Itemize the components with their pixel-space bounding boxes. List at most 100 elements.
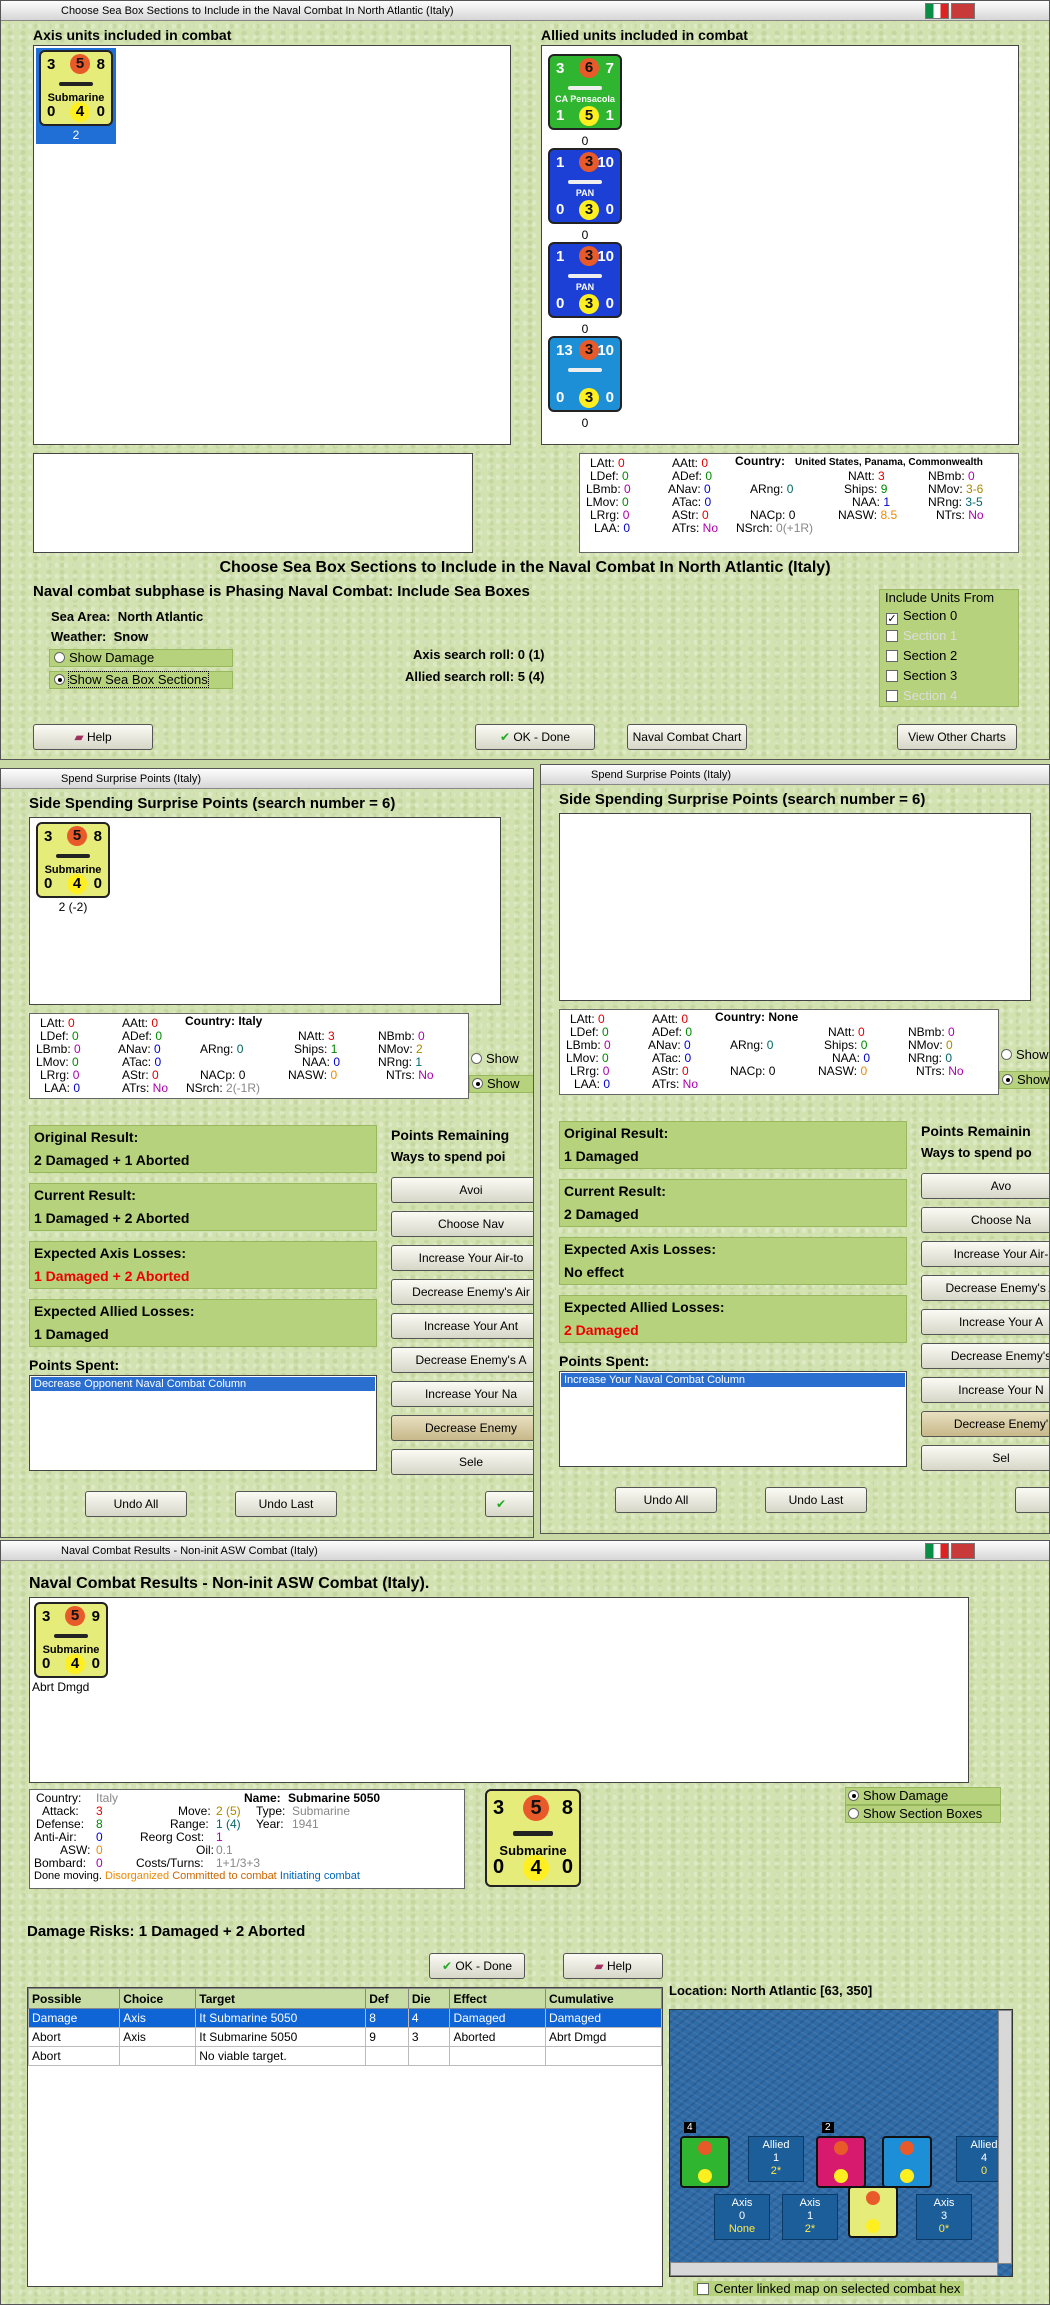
sea-box-text: 0 — [738, 2210, 746, 2222]
center-map-checkbox[interactable]: Center linked map on selected combat hex — [693, 2281, 965, 2296]
spend-option-button[interactable]: Avoi — [391, 1177, 533, 1203]
spend-option-button[interactable]: Sele — [391, 1449, 533, 1475]
close-icon[interactable] — [951, 3, 975, 19]
ok-done-button[interactable]: ✔ OK - Done — [475, 724, 595, 750]
points-spent-list[interactable]: Increase Your Naval Combat Column — [559, 1371, 907, 1467]
points-remaining-label: Points Remaining — [391, 1127, 510, 1143]
submarine-counter[interactable]: 3 5 8 Submarine 0 4 0 — [36, 822, 110, 898]
sea-box-heading: Choose Sea Box Sections to Include in th… — [219, 559, 831, 576]
points-spent-list[interactable]: Decrease Opponent Naval Combat Column — [29, 1375, 377, 1471]
undo-last-button[interactable]: Undo Last — [765, 1487, 867, 1513]
close-icon[interactable] — [951, 1543, 975, 1559]
ok-partial-button[interactable]: ✔ — [485, 1491, 533, 1517]
show-sections-radio[interactable]: Show Sea Box Sections — [49, 671, 233, 689]
window-titlebar[interactable]: Spend Surprise Points (Italy) — [1, 769, 533, 789]
section-3-checkbox[interactable]: Section 3 — [886, 668, 957, 683]
show-option-1[interactable]: Show — [471, 1051, 519, 1066]
spend-option-button[interactable]: Decrease Enemy's A — [921, 1275, 1049, 1301]
sea-box-section[interactable]: Axis 0 None — [714, 2194, 770, 2240]
map-vertical-scrollbar[interactable] — [998, 2010, 1012, 2264]
map-horizontal-scrollbar[interactable] — [670, 2262, 998, 2276]
spend-option-button[interactable]: Increase Your Ant — [391, 1313, 533, 1339]
show-sections-label: Show Sea Box Sections — [68, 671, 209, 688]
map-unit-counter[interactable] — [680, 2136, 730, 2188]
table-row[interactable]: Abort No viable target. — [27, 2046, 663, 2066]
spend-option-button[interactable]: Decrease Enemy' — [921, 1411, 1049, 1437]
ok-partial-button[interactable] — [1015, 1487, 1049, 1513]
submarine-counter[interactable]: 3 5 9 Submarine 0 4 0 — [34, 1602, 108, 1678]
sea-box-text: Axis — [731, 2197, 753, 2209]
column-header[interactable]: Die — [407, 1988, 451, 2009]
allied-unit-counter[interactable]: 1 3 10 PAN 0 3 0 — [548, 242, 622, 318]
allied-units-panel[interactable]: 3 6 7 CA Pensacola 1 5 1 0 1 3 10 PAN 0 3 0 0 1 3 10 PAN 0 3 0… — [541, 45, 1019, 445]
section-2-checkbox[interactable]: Section 2 — [886, 648, 957, 663]
show-damage-radio[interactable]: Show Damage — [49, 649, 233, 667]
map-unit-counter[interactable] — [848, 2186, 898, 2238]
show-option-2[interactable]: Show — [469, 1075, 533, 1093]
stat-adef: 0 — [705, 469, 713, 483]
table-cell: Abort — [27, 2027, 121, 2047]
undo-last-button[interactable]: Undo Last — [235, 1491, 337, 1517]
spend-option-button[interactable]: Decrease Enemy's Air — [391, 1279, 533, 1305]
allied-unit-counter[interactable]: 3 6 7 CA Pensacola 1 5 1 — [548, 54, 622, 130]
show-option-2[interactable]: Show — [999, 1071, 1049, 1089]
spend-option-button[interactable]: Decrease Enemy's — [921, 1343, 1049, 1369]
show-sections-radio[interactable]: Show Section Boxes — [845, 1805, 1001, 1823]
axis-units-panel[interactable]: 3 5 8 Submarine 0 4 0 2 — [33, 45, 511, 445]
spend-option-button[interactable]: Choose Na — [921, 1207, 1049, 1233]
undo-all-button[interactable]: Undo All — [85, 1491, 187, 1517]
help-button[interactable]: ▰ Help — [33, 724, 153, 750]
ok-done-button[interactable]: ✔ OK - Done — [429, 1953, 525, 1979]
results-units-panel[interactable]: 3 5 9 Submarine 0 4 0 Abrt Dmgd — [29, 1597, 969, 1783]
section-4-checkbox[interactable]: Section 4 — [886, 688, 957, 703]
spend-option-button[interactable]: Increase Your Na — [391, 1381, 533, 1407]
spend-option-button[interactable]: Increase Your Air- — [921, 1241, 1049, 1267]
table-row[interactable]: Damage Axis It Submarine 5050 8 4 Damaged Dama… — [27, 2008, 663, 2028]
undo-all-button[interactable]: Undo All — [615, 1487, 717, 1513]
spend-option-button[interactable]: Increase Your Air-to — [391, 1245, 533, 1271]
list-item[interactable]: Decrease Opponent Naval Combat Column — [31, 1377, 375, 1391]
sea-box-section[interactable]: Axis 1 2* — [782, 2194, 838, 2240]
list-item[interactable]: Increase Your Naval Combat Column — [561, 1373, 905, 1387]
surprise-units-panel[interactable] — [559, 813, 1031, 1001]
table-row[interactable]: Abort Axis It Submarine 5050 9 3 Aborted Abrt … — [27, 2027, 663, 2047]
message-box — [33, 453, 473, 553]
spend-option-button[interactable]: Increase Your N — [921, 1377, 1049, 1403]
table-cell — [407, 2046, 451, 2066]
naval-combat-chart-button[interactable]: Naval Combat Chart — [627, 724, 747, 750]
view-other-charts-button[interactable]: View Other Charts — [897, 724, 1017, 750]
show-option-1[interactable]: Show — [1001, 1047, 1049, 1062]
column-header[interactable]: Cumulative — [544, 1988, 663, 2009]
column-header[interactable]: Possible — [27, 1988, 121, 2009]
app-icon — [545, 768, 585, 782]
sea-box-section[interactable]: Allied 1 2* — [748, 2136, 804, 2182]
allied-unit-counter[interactable]: 1 3 10 PAN 0 3 0 — [548, 148, 622, 224]
allied-unit-counter[interactable]: 13 3 10 0 3 0 — [548, 336, 622, 412]
map-unit-counter[interactable] — [882, 2136, 932, 2188]
map-unit-counter[interactable] — [816, 2136, 866, 2188]
surprise-units-panel[interactable]: 3 5 8 Submarine 0 4 0 2 (-2) — [29, 817, 501, 1005]
spend-option-button[interactable]: Sel — [921, 1445, 1049, 1471]
section-1-checkbox[interactable]: Section 1 — [886, 628, 957, 643]
column-header[interactable]: Choice — [119, 1988, 197, 2009]
show-damage-radio[interactable]: Show Damage — [845, 1787, 1001, 1805]
help-button[interactable]: ▰ Help — [563, 1953, 663, 1979]
axis-submarine-counter[interactable]: 3 5 8 Submarine 0 4 0 — [39, 50, 113, 126]
allied-stats-panel: LAtt: 0 LDef: 0 LBmb: 0 LMov: 0 LRrg: 0 … — [579, 453, 1019, 553]
sea-box-section[interactable]: Axis 3 0* — [916, 2194, 972, 2240]
window-titlebar[interactable]: Naval Combat Results - Non-init ASW Comb… — [1, 1541, 1049, 1561]
spend-option-button[interactable]: Decrease Enemy's A — [391, 1347, 533, 1373]
column-header[interactable]: Effect — [449, 1988, 546, 2009]
spend-option-button[interactable]: Decrease Enemy — [391, 1415, 533, 1441]
spend-option-button[interactable]: Choose Nav — [391, 1211, 533, 1237]
linked-map[interactable]: Allied 1 2* Allied 4 0 Axis 0 None Axis 1 2* Axis 3 0*… — [669, 2009, 1013, 2277]
window-titlebar[interactable]: Spend Surprise Points (Italy) — [541, 765, 1049, 785]
section-0-checkbox[interactable]: ✓ Section 0 — [886, 608, 957, 625]
spend-option-button[interactable]: Avo — [921, 1173, 1049, 1199]
window-titlebar[interactable]: Choose Sea Box Sections to Include in th… — [1, 1, 1049, 21]
column-header[interactable]: Target — [195, 1988, 367, 2009]
spend-option-button[interactable]: Increase Your A — [921, 1309, 1049, 1335]
column-header[interactable]: Def — [365, 1988, 409, 2009]
stat-aatt: 0 — [701, 456, 709, 470]
unit-aa: 0 — [47, 103, 56, 120]
